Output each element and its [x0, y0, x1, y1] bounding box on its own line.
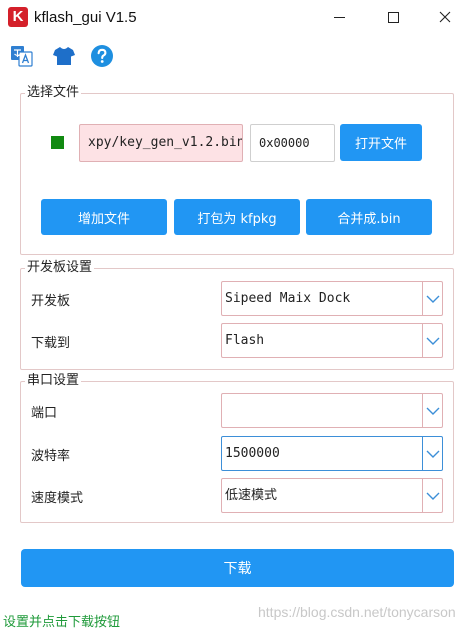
speed-mode-select[interactable]: 低速模式 [221, 478, 443, 513]
baudrate-dropdown-arrow[interactable] [422, 437, 442, 470]
chevron-down-icon [426, 337, 439, 345]
speed-mode-label: 速度模式 [31, 491, 84, 506]
maximize-button[interactable] [370, 0, 416, 34]
chevron-down-icon [426, 450, 439, 458]
download-target-value: Flash [225, 333, 265, 348]
tshirt-icon [53, 47, 75, 65]
close-button[interactable] [422, 0, 468, 34]
board-dropdown-arrow[interactable] [422, 282, 442, 315]
baudrate-label: 波特率 [31, 449, 71, 464]
add-file-button[interactable]: 增加文件 [41, 199, 167, 235]
watermark-text: https://blog.csdn.net/tonycarson [258, 604, 456, 620]
speed-mode-value: 低速模式 [225, 488, 278, 503]
minimize-icon [333, 16, 345, 18]
download-button[interactable]: 下载 [21, 549, 454, 587]
baudrate-value: 1500000 [225, 446, 280, 461]
help-icon [91, 45, 113, 67]
download-target-select[interactable]: Flash [221, 323, 443, 358]
serial-group-title: 串口设置 [25, 373, 82, 389]
port-label: 端口 [31, 406, 58, 421]
title-bar: K kflash_gui V1.5 [0, 0, 474, 34]
board-select-value: Sipeed Maix Dock [225, 291, 351, 306]
status-message: 设置并点击下载按钮 [3, 615, 121, 630]
baudrate-select[interactable]: 1500000 [221, 436, 443, 471]
file-status-indicator [51, 136, 64, 149]
chevron-down-icon [426, 295, 439, 303]
file-path-input[interactable]: xpy/key_gen_v1.2.bin [79, 124, 243, 162]
skin-button[interactable] [52, 44, 76, 68]
minimize-button[interactable] [316, 0, 362, 34]
download-target-label: 下载到 [31, 336, 71, 351]
window-title: kflash_gui V1.5 [34, 9, 137, 26]
target-dropdown-arrow[interactable] [422, 324, 442, 357]
language-button[interactable] [10, 44, 34, 68]
maximize-icon [387, 11, 399, 23]
port-select[interactable] [221, 393, 443, 428]
board-label: 开发板 [31, 294, 71, 309]
help-button[interactable] [90, 44, 114, 68]
app-logo-icon: K [8, 7, 28, 27]
address-input[interactable]: 0x00000 [250, 124, 335, 162]
port-dropdown-arrow[interactable] [422, 394, 442, 427]
pack-kfpkg-button[interactable]: 打包为 kfpkg [174, 199, 300, 235]
chevron-down-icon [426, 492, 439, 500]
translate-icon [11, 46, 33, 67]
open-file-button[interactable]: 打开文件 [340, 124, 422, 161]
file-group-title: 选择文件 [25, 85, 82, 101]
close-icon [439, 11, 451, 23]
speed-dropdown-arrow[interactable] [422, 479, 442, 512]
board-select[interactable]: Sipeed Maix Dock [221, 281, 443, 316]
merge-bin-button[interactable]: 合并成.bin [306, 199, 432, 235]
chevron-down-icon [426, 407, 439, 415]
board-group-title: 开发板设置 [25, 260, 95, 276]
